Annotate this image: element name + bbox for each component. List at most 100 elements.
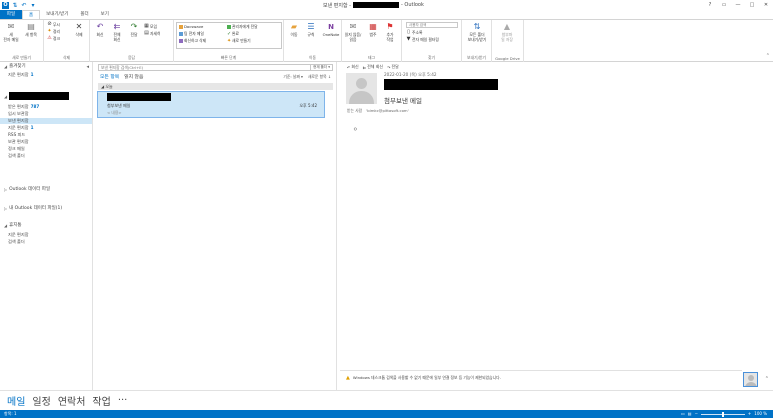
address-book-button[interactable]: ▯ 주소록: [406, 29, 422, 36]
maximize-button[interactable]: □: [745, 0, 759, 10]
trash-folder-deleted[interactable]: 지운 편지함: [8, 232, 92, 238]
ribbon-display-options-button[interactable]: ▭: [717, 0, 731, 10]
trash-folder-search[interactable]: 검색 폴더: [8, 239, 92, 245]
customize-qat-icon[interactable]: ▾: [30, 2, 36, 9]
outlook-data-file-header[interactable]: ▷ Outlook 데이터 파일: [4, 186, 50, 193]
reply-icon: ↶: [347, 64, 351, 70]
my-outlook-data-file-header[interactable]: ▷ 내 Outlook 데이터 파일(1): [4, 205, 63, 212]
to-value[interactable]: 'bimkc@pittasoft.com': [366, 108, 408, 114]
filter-unread-button[interactable]: 읽지 않음: [124, 73, 143, 80]
rules-button[interactable]: ☰ 규칙: [302, 22, 320, 38]
zoom-slider-thumb[interactable]: [721, 411, 724, 417]
reading-forward-button[interactable]: ↷ 전달: [387, 64, 399, 70]
avatar-head-shape: [748, 375, 754, 381]
new-items-button[interactable]: ▤ 새 항목: [22, 22, 40, 38]
help-button[interactable]: ?: [703, 0, 717, 10]
quick-step-done-label: 완료: [232, 31, 239, 36]
onenote-button[interactable]: N OneNote: [320, 22, 342, 38]
tab-send-receive[interactable]: 보내기/받기: [40, 10, 74, 19]
window-title: 보낸 편지함 - - Outlook: [323, 1, 424, 9]
nav-tasks[interactable]: 작업: [92, 393, 110, 408]
people-pane-toggle-icon[interactable]: ⌃: [765, 376, 769, 382]
junk-button[interactable]: ⚠ 정크: [47, 35, 60, 42]
categorize-button[interactable]: ▦ 범주: [364, 22, 382, 38]
onenote-label: OneNote: [322, 32, 340, 37]
collapse-ribbon-icon[interactable]: ⌃: [766, 53, 770, 59]
quick-step-to-manager[interactable]: 관리자에게 전달: [227, 24, 258, 30]
nav-calendar[interactable]: 일정: [32, 393, 50, 408]
folder-sent[interactable]: 보낸 편지함: [0, 118, 92, 124]
send-receive-all-icon[interactable]: ⇅: [12, 2, 18, 9]
sender-avatar[interactable]: [346, 73, 377, 104]
nav-more[interactable]: ···: [118, 395, 128, 406]
forward-button[interactable]: ↷ 전달: [125, 22, 143, 38]
close-button[interactable]: ✕: [759, 0, 773, 10]
meeting-button[interactable]: ▦ 모임: [144, 23, 157, 30]
mail-search-input[interactable]: 보낸 편지함 검색(Ctrl+E) 현재 폴더 ▾: [98, 64, 333, 71]
favorites-item-deleted[interactable]: 지운 편지함 1: [8, 72, 92, 78]
zoom-slider[interactable]: [700, 411, 745, 417]
message-item[interactable]: 첨부보낸 메일 < 내용> 오후 5:42: [97, 91, 325, 118]
quick-step-team-email-label: 팀 전자 메일: [184, 31, 204, 36]
group-respond: ↶ 회신 ⇇ 전체 회신 ↷ 전달 ▦ 모임 ▤ 자세히 응답: [90, 20, 174, 62]
save-to-drive-button[interactable]: ▲ 첨부파 일 저장: [498, 22, 516, 42]
quick-step-done[interactable]: ✓ 완료: [227, 31, 239, 37]
new-email-button[interactable]: ✉ 새 전자 메일: [2, 22, 20, 42]
normal-view-icon[interactable]: ▭: [681, 410, 685, 418]
sort-order-button[interactable]: 새로운 항목 ↓: [308, 74, 331, 80]
nav-people[interactable]: 연락처: [58, 393, 86, 408]
tab-file[interactable]: 파일: [0, 10, 22, 19]
send-receive-all-button[interactable]: ⇅ 모든 폴더 보내기/받기: [464, 22, 490, 42]
zoom-in-icon[interactable]: +: [748, 410, 751, 418]
quick-step-reply-delete[interactable]: 회신하고 삭제: [179, 38, 206, 44]
sort-by-dropdown[interactable]: 기준: 날짜 ▾: [283, 74, 303, 80]
trash-header[interactable]: ◢ 휴지통: [4, 222, 22, 229]
undo-icon[interactable]: ↶: [21, 2, 27, 9]
favorites-header[interactable]: ◢ 즐겨찾기: [4, 63, 26, 70]
folder-junk[interactable]: 정크 메일: [8, 146, 92, 152]
zoom-out-icon[interactable]: −: [695, 410, 698, 418]
folder-deleted[interactable]: 지운 편지함 1: [8, 125, 92, 131]
zoom-level[interactable]: 100 %: [754, 410, 767, 418]
folder-drafts[interactable]: 임시 보관함: [8, 111, 92, 117]
unread-read-button[interactable]: ✉ 읽지 않음/ 읽음: [342, 22, 364, 42]
mailbox-header[interactable]: ◢: [4, 92, 70, 100]
reply-button[interactable]: ↶ 회신: [91, 22, 109, 38]
folder-search[interactable]: 검색 폴더: [8, 153, 92, 159]
tab-folder[interactable]: 폴더: [74, 10, 94, 19]
more-respond-button[interactable]: ▤ 자세히: [144, 30, 160, 37]
move-button[interactable]: ▰ 이동: [285, 22, 303, 38]
reading-view-icon[interactable]: ▤: [688, 410, 692, 418]
tab-home[interactable]: 홈: [22, 10, 41, 19]
quick-step-team-email[interactable]: 팀 전자 메일: [179, 31, 204, 37]
filter-all-button[interactable]: 모든 항목: [100, 73, 119, 80]
follow-up-button[interactable]: ⚑ 추가 작업: [381, 22, 399, 42]
folder-rss[interactable]: RSS 피드: [8, 132, 92, 138]
search-scope-dropdown[interactable]: 현재 폴더 ▾: [310, 65, 332, 70]
tab-view[interactable]: 보기: [95, 10, 115, 19]
reply-all-button[interactable]: ⇇ 전체 회신: [108, 22, 126, 42]
people-pane-avatar[interactable]: [743, 372, 758, 387]
filter-email-button[interactable]: ▼ 전자 메일 필터링: [406, 36, 439, 43]
group-header-today[interactable]: ◢ 오늘: [98, 83, 333, 90]
minimize-button[interactable]: —: [731, 0, 745, 10]
more-icon: ▤: [144, 30, 149, 36]
quick-step-docswave[interactable]: Docswave: [179, 24, 203, 30]
search-people-input[interactable]: 사용자 검색: [406, 22, 458, 28]
collapse-folder-pane-icon[interactable]: ◂: [86, 64, 89, 70]
avatar-body-shape: [349, 91, 374, 104]
reading-reply-button[interactable]: ↶ 회신: [347, 64, 359, 70]
folder-inbox[interactable]: 받은 편지함 787: [8, 104, 92, 110]
nav-mail[interactable]: 메일: [7, 393, 25, 408]
folder-archive[interactable]: 보관 편지함: [8, 139, 92, 145]
new-items-label: 새 항목: [25, 32, 37, 37]
cleanup-button[interactable]: ✦ 정리: [47, 28, 60, 35]
ignore-button[interactable]: ⊘ 무시: [47, 21, 60, 28]
delete-button[interactable]: ✕ 삭제: [70, 22, 88, 38]
reading-reply-all-button[interactable]: ⇇ 전체 회신: [363, 64, 383, 70]
group-find-label: 찾기: [428, 55, 435, 60]
warning-icon: ▲: [346, 374, 350, 381]
quick-step-create-new[interactable]: ✦ 새로 만들기: [227, 38, 251, 44]
outlook-app-icon[interactable]: O: [2, 1, 9, 9]
my-outlook-data-file-label: 내 Outlook 데이터 파일(1): [9, 206, 63, 211]
